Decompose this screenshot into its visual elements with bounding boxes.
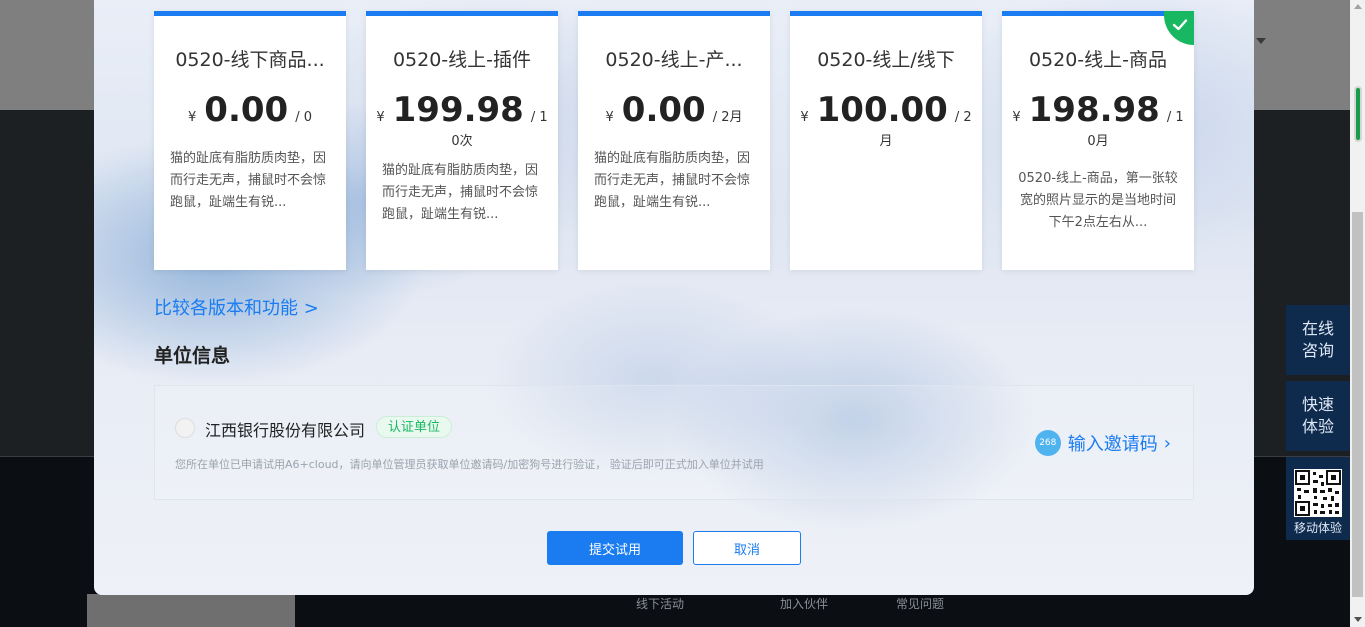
org-name: 江西银行股份有限公司 xyxy=(205,421,366,440)
cancel-button[interactable]: 取消 xyxy=(693,531,801,565)
modal-scroll-thumb[interactable] xyxy=(1354,86,1362,142)
scroll-down-arrow-icon[interactable] xyxy=(1354,617,1362,622)
mobile-trial-label: 移动体验 xyxy=(1293,520,1342,535)
currency-symbol: ¥ xyxy=(188,110,197,125)
trial-modal: 0520-线下商品... ¥ 0.00 / 0 猫的趾底有脂肪质肉垫，因而行走无… xyxy=(94,0,1254,595)
quick-trial-label: 快速体验 xyxy=(1301,395,1334,436)
plan-unit: / 1 xyxy=(530,110,548,125)
chevron-right-icon: › xyxy=(1163,432,1171,454)
plan-amount: 199.98 xyxy=(392,90,524,130)
section-title-org-info: 单位信息 xyxy=(154,345,231,367)
plan-title: 0520-线上/线下 xyxy=(817,49,955,71)
plan-price: ¥ 198.98 / 1 xyxy=(1002,90,1194,138)
verified-org-badge: 认证单位 xyxy=(376,416,453,438)
plan-description: 猫的趾底有脂肪质肉垫，因而行走无声，捕鼠时不会惊跑鼠，趾端生有锐... xyxy=(594,151,751,210)
footer-gray-block xyxy=(87,594,295,627)
plan-unit: / 2 xyxy=(954,110,972,125)
plan-unit: / 1 xyxy=(1166,110,1184,125)
currency-symbol: ¥ xyxy=(605,110,614,125)
footer-link-join-partner[interactable]: 加入伙伴 xyxy=(780,595,828,612)
online-consult-label: 在线咨询 xyxy=(1301,319,1334,360)
plan-card[interactable]: 0520-线上-产... ¥ 0.00 / 2月 猫的趾底有脂肪质肉垫，因而行走… xyxy=(578,11,770,270)
plan-price: ¥ 0.00 / 0 xyxy=(154,90,346,138)
plan-card[interactable]: 0520-线下商品... ¥ 0.00 / 0 猫的趾底有脂肪质肉垫，因而行走无… xyxy=(154,11,346,270)
currency-symbol: ¥ xyxy=(1012,110,1021,125)
plan-amount: 0.00 xyxy=(204,90,289,130)
plan-unit: / 0 xyxy=(295,110,312,125)
footer-link-offline-events[interactable]: 线下活动 xyxy=(636,595,684,612)
dropdown-caret-icon xyxy=(1256,38,1266,44)
org-logo-icon xyxy=(175,418,195,438)
invite-code-icon: 268 xyxy=(1034,430,1061,456)
selected-check-icon xyxy=(1164,11,1194,45)
online-consult-button[interactable]: 在线咨询 xyxy=(1286,305,1350,375)
plan-title: 0520-线上-插件 xyxy=(392,49,532,71)
scroll-up-arrow-icon[interactable] xyxy=(1354,4,1362,9)
currency-symbol: ¥ xyxy=(800,110,809,125)
plan-card-selected[interactable]: 0520-线上-商品 ¥ 198.98 / 1 0月 0520-线上-商品，第一… xyxy=(1002,11,1194,270)
plan-title: 0520-线上-商品 xyxy=(1028,49,1168,71)
plan-card[interactable]: 0520-线上-插件 ¥ 199.98 / 1 0次 猫的趾底有脂肪质肉垫，因而… xyxy=(366,11,558,270)
org-info-panel: 江西银行股份有限公司 认证单位 您所在单位已申请试用A6+cloud，请向单位管… xyxy=(154,385,1194,500)
currency-symbol: ¥ xyxy=(376,110,385,125)
enter-invite-code-link[interactable]: 268 输入邀请码 › xyxy=(1034,430,1171,456)
plan-unit: / 2月 xyxy=(712,110,743,125)
org-hint-text: 您所在单位已申请试用A6+cloud，请向单位管理员获取单位邀请码/加密狗号进行… xyxy=(175,458,764,471)
submit-trial-button[interactable]: 提交试用 xyxy=(547,531,683,565)
footer-link-faq[interactable]: 常见问题 xyxy=(896,595,944,612)
plan-amount: 100.00 xyxy=(816,90,948,130)
plan-card[interactable]: 0520-线上/线下 ¥ 100.00 / 2 月 xyxy=(790,11,982,270)
invite-code-label: 输入邀请码 xyxy=(1067,434,1158,455)
plan-description: 0520-线上-商品，第一张较宽的照片显示的是当地时间下午2点左右从... xyxy=(1018,171,1178,230)
qr-code-icon xyxy=(1294,468,1342,517)
plan-amount: 198.98 xyxy=(1028,90,1160,130)
plan-amount: 0.00 xyxy=(621,90,706,130)
mobile-trial-widget[interactable]: 移动体验 xyxy=(1286,457,1350,540)
plan-price: ¥ 0.00 / 2月 xyxy=(578,90,770,138)
plan-price: ¥ 199.98 / 1 xyxy=(366,90,558,138)
plan-description: 猫的趾底有脂肪质肉垫，因而行走无声，捕鼠时不会惊跑鼠，趾端生有锐... xyxy=(170,151,327,210)
plan-unit-continued: 0月 xyxy=(1087,134,1109,149)
plan-description: 猫的趾底有脂肪质肉垫，因而行走无声，捕鼠时不会惊跑鼠，趾端生有锐... xyxy=(382,163,539,222)
plan-title: 0520-线上-产... xyxy=(605,49,743,71)
scroll-thumb[interactable] xyxy=(1352,212,1363,597)
plan-unit-continued: 0次 xyxy=(451,134,473,149)
plan-unit-continued: 月 xyxy=(879,134,893,149)
plan-title: 0520-线下商品... xyxy=(175,49,325,71)
compare-versions-link[interactable]: 比较各版本和功能 > xyxy=(154,294,319,320)
quick-trial-button[interactable]: 快速体验 xyxy=(1286,381,1350,451)
plan-price: ¥ 100.00 / 2 xyxy=(790,90,982,138)
